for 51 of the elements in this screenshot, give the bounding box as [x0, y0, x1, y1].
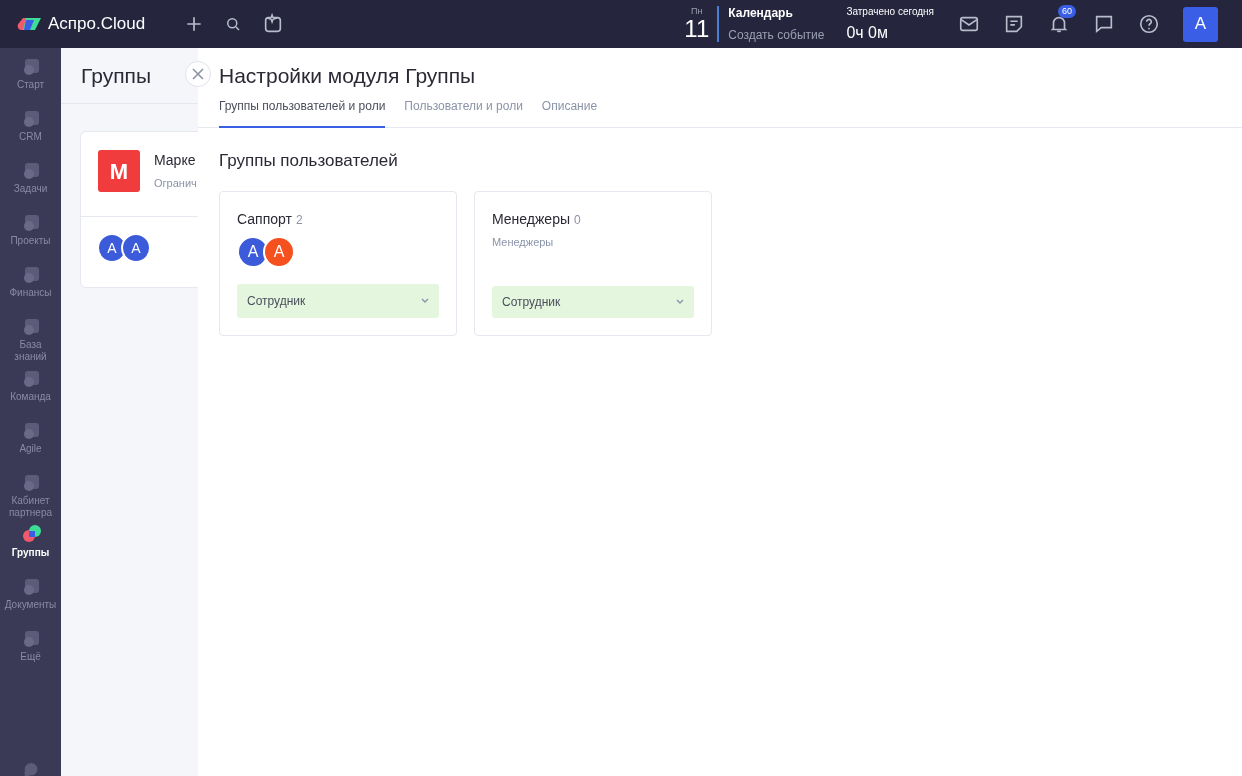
user-avatar: A — [121, 233, 151, 263]
calendar-title[interactable]: Календарь — [728, 4, 825, 22]
time-spent-label: Затрачено сегодня — [846, 4, 934, 19]
tab[interactable]: Группы пользователей и роли — [219, 97, 386, 128]
groups-icon — [20, 524, 41, 544]
create-event-link[interactable]: Создать событие — [728, 26, 825, 44]
panel-title: Настройки модуля Группы — [219, 63, 477, 89]
notification-count: 60 — [1058, 5, 1076, 18]
group-name: Марке — [154, 151, 197, 170]
group-name: Менеджеры — [492, 209, 570, 229]
sidebar-item[interactable]: CRM — [0, 108, 61, 160]
chat-icon[interactable] — [1093, 13, 1115, 35]
sidebar-item[interactable]: Старт — [0, 56, 61, 108]
role-dropdown[interactable]: Сотрудник — [237, 283, 439, 318]
chevron-down-icon — [676, 299, 684, 305]
help-icon[interactable] — [1138, 13, 1160, 35]
sidebar-item[interactable]: Ещё — [0, 628, 61, 680]
group-description: Менеджеры — [492, 234, 555, 250]
logo-icon — [17, 16, 42, 32]
group-subtitle: Огранич — [154, 176, 197, 191]
notes-icon[interactable] — [1003, 13, 1025, 35]
close-icon — [192, 68, 204, 80]
day-name: Пн — [691, 6, 703, 16]
user-avatar[interactable]: A — [1183, 6, 1218, 42]
group-card[interactable]: M Марке Огранич A A — [80, 131, 198, 288]
chevron-down-icon — [421, 298, 429, 303]
group-name: Саппорт — [237, 209, 292, 229]
sidebar-item[interactable]: Документы — [0, 576, 61, 628]
sidebar-item[interactable]: Группы — [0, 524, 61, 576]
sidebar-item[interactable]: Кабинет партнера — [0, 472, 61, 524]
sidebar-item[interactable]: Задачи — [0, 160, 61, 212]
sidebar-item[interactable]: Команда — [0, 368, 61, 420]
tab[interactable]: Пользователи и роли — [404, 97, 523, 128]
sidebar-item[interactable]: Проекты — [0, 212, 61, 264]
sidebar-item[interactable]: Финансы — [0, 264, 61, 316]
section-title: Группы пользователей — [218, 150, 399, 172]
tab[interactable]: Описание — [541, 97, 598, 128]
search-icon[interactable] — [224, 15, 242, 33]
sidebar-item[interactable]: База знаний — [0, 316, 61, 368]
member-count: 0 — [574, 211, 581, 229]
time-spent-value: 0ч 0м — [846, 22, 889, 43]
plus-icon[interactable] — [184, 14, 204, 34]
user-avatar: A — [263, 235, 295, 268]
group-logo: M — [98, 150, 140, 192]
page-title: Группы — [81, 62, 151, 89]
sidebar-item[interactable]: Agile — [0, 420, 61, 472]
day-number: 11 — [684, 16, 710, 42]
member-count: 2 — [295, 211, 303, 229]
role-dropdown[interactable]: Сотрудник — [492, 285, 694, 318]
logo-text: Аспро.Cloud — [48, 13, 146, 36]
sparkle-note-icon[interactable] — [262, 13, 284, 35]
